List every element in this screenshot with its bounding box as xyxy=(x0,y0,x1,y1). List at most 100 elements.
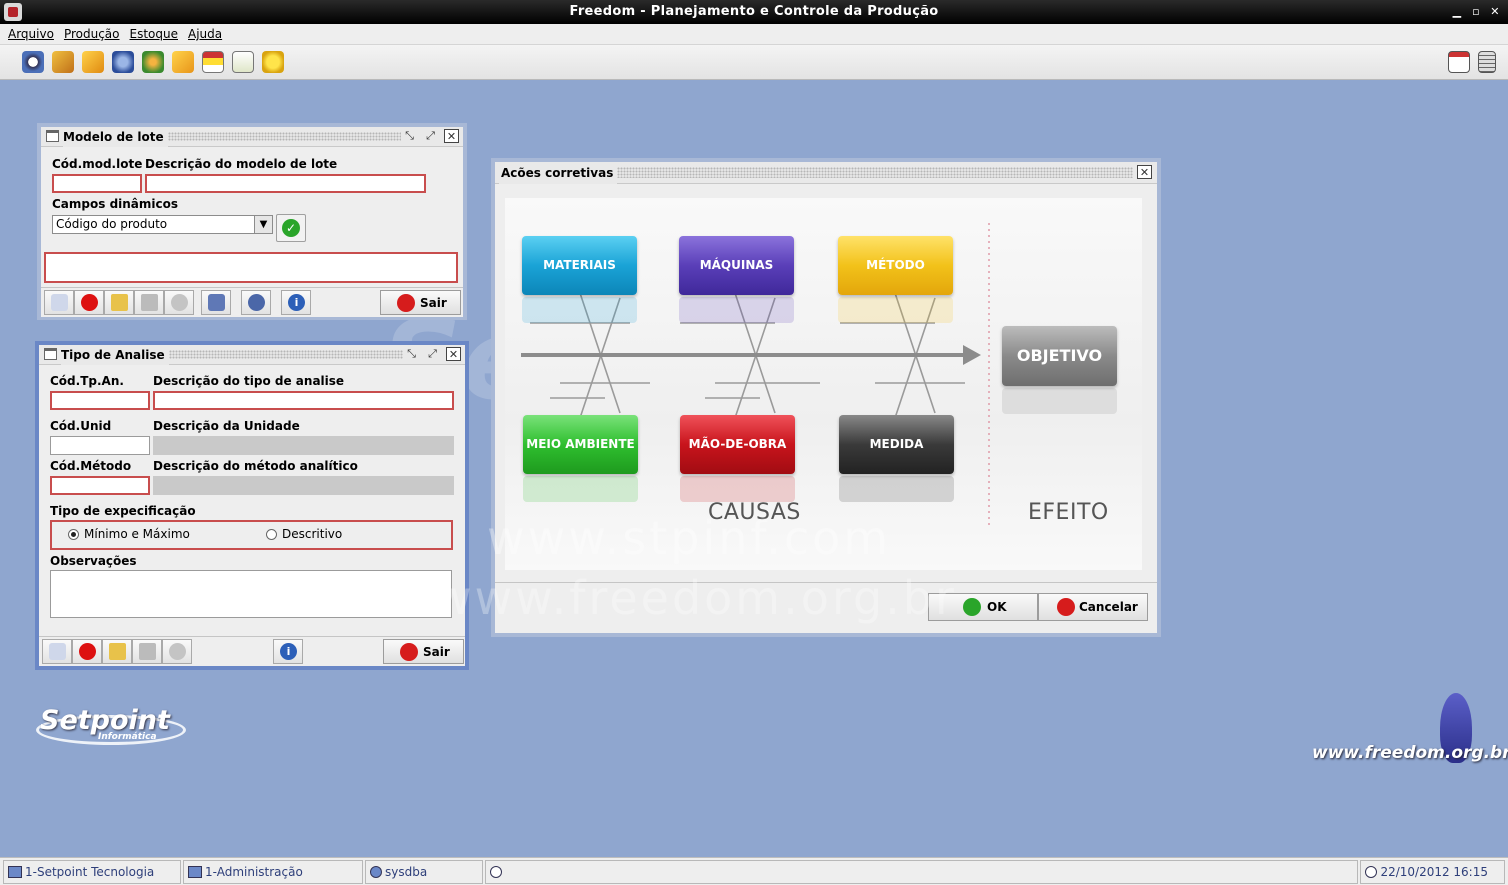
cod-tp-an-label: Cód.Tp.An. xyxy=(50,374,124,388)
menu-estoque[interactable]: Estoque xyxy=(125,24,184,45)
boxes-icon[interactable] xyxy=(172,51,194,73)
new-icon xyxy=(49,643,66,660)
sair-label: Sair xyxy=(420,296,447,310)
tipo-analise-title: Tipo de Analise xyxy=(61,345,169,365)
cause-metodo[interactable]: MÉTODO xyxy=(838,236,953,295)
search-box-icon[interactable] xyxy=(52,51,74,73)
minimize-button[interactable]: ▁ xyxy=(1449,0,1465,24)
cause-medida[interactable]: MEDIDA xyxy=(839,415,954,474)
edit-button[interactable] xyxy=(104,290,134,315)
checklist-icon[interactable] xyxy=(232,51,254,73)
campos-dinamicos-label: Campos dinâmicos xyxy=(52,197,179,211)
tipo-especificacao-group: Mínimo e Máximo Descritivo xyxy=(50,520,453,550)
radio-minimo-maximo[interactable] xyxy=(68,529,79,540)
freedom-logo: www.freedom.org.br xyxy=(1312,693,1508,775)
setpoint-logo: Setpoint Informática xyxy=(36,705,188,749)
status-datetime: 22/10/2012 16:15 xyxy=(1360,860,1505,884)
campos-dinamicos-select[interactable]: Código do produto ▼ xyxy=(52,215,273,234)
info-icon: i xyxy=(288,294,305,311)
cancel-edit-button[interactable] xyxy=(162,639,192,664)
iconify-icon[interactable]: ⤡ xyxy=(402,129,417,143)
window-title: Freedom - Planejamento e Controle da Pro… xyxy=(569,4,939,19)
new-record-button[interactable] xyxy=(44,290,74,315)
star-icon[interactable] xyxy=(262,51,284,73)
info-button[interactable]: i xyxy=(273,639,303,664)
cod-tp-an-input[interactable] xyxy=(50,391,150,410)
clock-icon xyxy=(1365,866,1377,878)
exit-icon xyxy=(397,294,415,312)
new-record-button[interactable] xyxy=(42,639,72,664)
radio-descritivo-label[interactable]: Descritivo xyxy=(282,527,342,541)
radio-descritivo[interactable] xyxy=(266,529,277,540)
desc-metodo-field xyxy=(153,476,454,495)
cause-materiais[interactable]: MATERIAIS xyxy=(522,236,637,295)
modelo-lote-titlebar[interactable]: Modelo de lote ⤡ ⤢ ✕ xyxy=(41,127,463,147)
delete-button[interactable] xyxy=(74,290,104,315)
view-icon[interactable] xyxy=(22,51,44,73)
iconify-icon[interactable]: ⤡ xyxy=(404,347,419,361)
cod-mod-lote-input[interactable] xyxy=(52,174,142,193)
desktop: Setpoint Modelo de lote ⤡ ⤢ ✕ Cód.mod.lo… xyxy=(2,81,1508,857)
calculator-icon[interactable] xyxy=(1478,51,1496,73)
status-module: 1-Administração xyxy=(183,860,363,884)
modelo-lote-window: Modelo de lote ⤡ ⤢ ✕ Cód.mod.lote Descri… xyxy=(37,123,467,320)
sair-button[interactable]: Sair xyxy=(383,639,464,664)
desc-tipo-analise-input[interactable] xyxy=(153,391,454,410)
chevron-down-icon[interactable]: ▼ xyxy=(254,216,272,233)
radio-minimo-maximo-label[interactable]: Mínimo e Máximo xyxy=(84,527,190,541)
maximize-icon[interactable]: ⤢ xyxy=(425,347,440,361)
print-button[interactable] xyxy=(201,290,231,315)
objective-box[interactable]: OBJETIVO xyxy=(1002,326,1117,386)
save-button[interactable] xyxy=(134,290,164,315)
save-button[interactable] xyxy=(132,639,162,664)
observacoes-textarea[interactable] xyxy=(50,570,452,618)
exit-icon xyxy=(400,643,418,661)
globe-icon[interactable] xyxy=(142,51,164,73)
maximize-icon[interactable]: ⤢ xyxy=(423,129,438,143)
edit-button[interactable] xyxy=(102,639,132,664)
window-icon xyxy=(44,348,57,360)
info-button[interactable]: i xyxy=(281,290,311,315)
search-button[interactable] xyxy=(241,290,271,315)
cause-maquinas[interactable]: MÁQUINAS xyxy=(679,236,794,295)
modelo-lote-button-bar: i Sair xyxy=(41,287,463,317)
grid-icon[interactable] xyxy=(202,51,224,73)
package-icon[interactable] xyxy=(82,51,104,73)
calendar-clock-icon[interactable] xyxy=(1448,51,1470,73)
gear-icon[interactable] xyxy=(112,51,134,73)
computer-icon xyxy=(8,866,22,878)
fishbone-arrowhead xyxy=(963,345,981,365)
campos-dinamicos-area[interactable] xyxy=(44,252,458,283)
computer-icon xyxy=(188,866,202,878)
sair-button[interactable]: Sair xyxy=(380,290,461,315)
reflection xyxy=(523,476,638,502)
tipo-analise-titlebar[interactable]: Tipo de Analise ⤡ ⤢ ✕ xyxy=(39,345,465,365)
watermark-stpinf: www.stpinf.com xyxy=(487,511,892,565)
cancel-edit-button[interactable] xyxy=(164,290,194,315)
delete-button[interactable] xyxy=(72,639,102,664)
apply-field-button[interactable]: ✓ xyxy=(276,214,306,242)
close-icon[interactable]: ✕ xyxy=(1137,165,1152,179)
edit-icon xyxy=(111,294,128,311)
sair-label: Sair xyxy=(423,645,450,659)
close-icon[interactable]: ✕ xyxy=(446,347,461,361)
cancelar-button[interactable]: Cancelar xyxy=(1038,593,1148,621)
close-button[interactable]: ✕ xyxy=(1487,0,1503,24)
fishbone-spine xyxy=(521,353,967,357)
menu-producao[interactable]: Produção xyxy=(59,24,125,45)
delete-icon xyxy=(79,643,96,660)
desc-modelo-lote-label: Descrição do modelo de lote xyxy=(145,157,338,171)
acoes-titlebar[interactable]: Acões corretivas ✕ xyxy=(495,162,1157,184)
cause-meio-ambiente[interactable]: MEIO AMBIENTE xyxy=(523,415,638,474)
cod-mod-lote-label: Cód.mod.lote xyxy=(52,157,143,171)
cod-unid-input[interactable] xyxy=(50,436,150,455)
close-icon[interactable]: ✕ xyxy=(444,129,459,143)
window-icon xyxy=(46,130,59,142)
menu-arquivo[interactable]: Arquivo xyxy=(3,24,59,45)
desc-modelo-lote-input[interactable] xyxy=(145,174,426,193)
maximize-button[interactable]: ▫ xyxy=(1468,0,1484,24)
menu-ajuda[interactable]: Ajuda xyxy=(183,24,227,45)
cause-mao-de-obra[interactable]: MÃO-DE-OBRA xyxy=(680,415,795,474)
cod-metodo-input[interactable] xyxy=(50,476,150,495)
acoes-title: Acões corretivas xyxy=(499,162,618,184)
